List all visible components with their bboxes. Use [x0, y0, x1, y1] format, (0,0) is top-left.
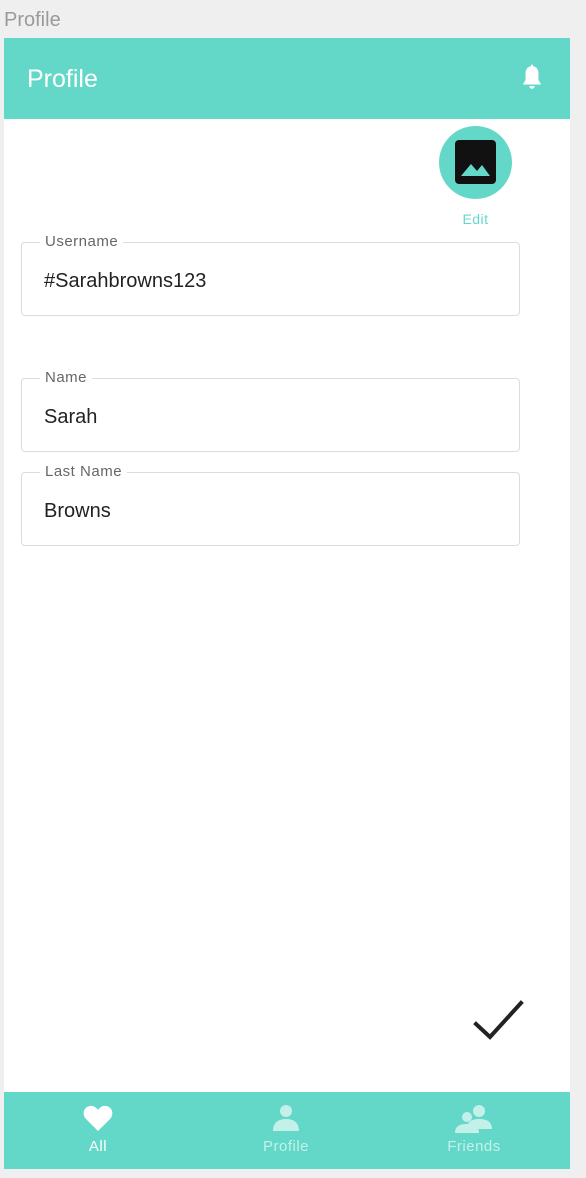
heart-icon	[83, 1105, 113, 1131]
nav-label-profile: Profile	[262, 1138, 310, 1155]
check-icon[interactable]	[472, 996, 526, 1046]
last-name-value: Browns	[44, 500, 111, 522]
app-bar: Profile	[4, 38, 570, 119]
phone-screen: Profile Edit Username #Sarahbrowns123 Na…	[4, 38, 570, 1169]
username-value: #Sarahbrowns123	[44, 270, 207, 292]
name-label: Name	[40, 369, 93, 387]
name-value: Sarah	[44, 406, 98, 428]
people-icon	[455, 1105, 492, 1133]
last-name-label: Last Name	[40, 463, 128, 481]
bell-icon[interactable]	[519, 64, 545, 92]
nav-label-all: All	[88, 1138, 108, 1155]
bottom-navigation: All Profile Friends	[4, 1092, 570, 1169]
nav-label-friends: Friends	[447, 1138, 501, 1155]
page-title: Profile	[27, 65, 98, 93]
avatar-button[interactable]	[439, 126, 512, 199]
window-title: Profile	[4, 9, 61, 31]
person-icon	[273, 1105, 299, 1131]
edit-avatar-link[interactable]: Edit	[439, 211, 512, 227]
nav-item-all[interactable]: All	[4, 1092, 192, 1169]
name-field[interactable]: Name Sarah	[21, 369, 520, 452]
username-field[interactable]: Username #Sarahbrowns123	[21, 233, 520, 316]
image-icon	[455, 140, 496, 184]
nav-item-friends[interactable]: Friends	[380, 1092, 568, 1169]
username-label: Username	[40, 233, 124, 251]
last-name-field[interactable]: Last Name Browns	[21, 463, 520, 546]
nav-item-profile[interactable]: Profile	[192, 1092, 380, 1169]
